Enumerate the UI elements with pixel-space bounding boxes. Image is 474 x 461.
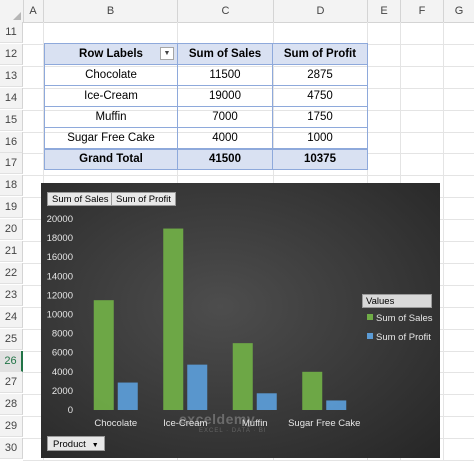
- legend-swatch-sales: [367, 314, 373, 320]
- column-header-d[interactable]: D: [274, 0, 368, 22]
- legend-label-profit: Sum of Profit: [376, 332, 431, 343]
- row-header-27[interactable]: 27: [0, 372, 23, 394]
- product-field-label: Product: [53, 439, 86, 450]
- column-header-a[interactable]: A: [23, 0, 44, 22]
- row-header-12[interactable]: 12: [0, 43, 23, 65]
- row-header-30[interactable]: 30: [0, 438, 23, 460]
- row-label-cell[interactable]: Chocolate: [44, 64, 178, 86]
- grand-total-sales[interactable]: 41500: [177, 147, 273, 170]
- filter-dropdown-icon[interactable]: ▼: [160, 47, 174, 60]
- row-header-18[interactable]: 18: [0, 175, 23, 197]
- pivot-table: Row Labels ▼ Sum of Sales Sum of Profit …: [44, 43, 368, 170]
- column-header-c[interactable]: C: [178, 0, 274, 22]
- sales-cell[interactable]: 4000: [177, 127, 273, 149]
- pivot-chart[interactable]: 0 2000 4000 6000 8000 10000 12000 14000 16000 180…: [41, 183, 440, 458]
- row-header-15[interactable]: 15: [0, 109, 23, 131]
- row-labels-header-text: Row Labels: [79, 48, 143, 60]
- grand-total-label[interactable]: Grand Total: [44, 147, 178, 170]
- column-header-b[interactable]: B: [44, 0, 178, 22]
- row-header-20[interactable]: 20: [0, 219, 23, 241]
- bar-profit: [326, 400, 347, 410]
- y-tick-label: 0: [68, 405, 73, 416]
- profit-cell[interactable]: 4750: [272, 85, 368, 107]
- sum-of-sales-header[interactable]: Sum of Sales: [177, 43, 273, 65]
- table-row: Chocolate 11500 2875: [44, 64, 368, 86]
- row-label-cell[interactable]: Muffin: [44, 106, 178, 128]
- bar-profit: [117, 382, 138, 410]
- y-tick-label: 20000: [47, 214, 73, 225]
- bar-sales: [93, 300, 114, 410]
- legend-item-sales[interactable]: Sum of Sales: [367, 314, 433, 324]
- table-row: Sugar Free Cake 4000 1000: [44, 127, 368, 149]
- row-header-29[interactable]: 29: [0, 416, 23, 438]
- y-tick-label: 14000: [47, 271, 73, 282]
- grand-total-profit[interactable]: 10375: [272, 147, 368, 170]
- bar-sales: [232, 343, 253, 410]
- select-all-icon: [13, 12, 21, 20]
- table-row: Muffin 7000 1750: [44, 106, 368, 128]
- legend-swatch-profit: [367, 333, 373, 339]
- bar-profit: [256, 393, 277, 410]
- sales-cell[interactable]: 11500: [177, 64, 273, 86]
- row-label-cell[interactable]: Ice-Cream: [44, 85, 178, 107]
- column-header-bar: A B C D E F G: [0, 0, 474, 23]
- bar-sales: [302, 371, 323, 410]
- row-header-11[interactable]: 11: [0, 22, 23, 43]
- row-label-cell[interactable]: Sugar Free Cake: [44, 127, 178, 149]
- row-header-23[interactable]: 23: [0, 284, 23, 306]
- y-tick-label: 12000: [47, 290, 73, 301]
- watermark-logo: exceldemy: [179, 411, 256, 427]
- row-header-21[interactable]: 21: [0, 241, 23, 262]
- row-header-26[interactable]: 26: [0, 350, 23, 372]
- row-header-14[interactable]: 14: [0, 87, 23, 109]
- y-tick-label: 18000: [47, 233, 73, 244]
- row-header-17[interactable]: 17: [0, 153, 23, 175]
- table-row: Ice-Cream 19000 4750: [44, 85, 368, 107]
- column-header-f[interactable]: F: [401, 0, 444, 22]
- profit-cell[interactable]: 1000: [272, 127, 368, 149]
- sum-of-sales-field-button[interactable]: Sum of Sales: [47, 192, 114, 206]
- x-category-label: Chocolate: [94, 418, 137, 429]
- column-header-e[interactable]: E: [368, 0, 401, 22]
- y-tick-label: 4000: [52, 367, 73, 378]
- row-header-16[interactable]: 16: [0, 131, 23, 153]
- watermark-tagline: EXCEL · DATA · BI: [199, 428, 267, 434]
- y-tick-label: 16000: [47, 252, 73, 263]
- gridline: [23, 175, 474, 177]
- select-all-corner[interactable]: [0, 0, 24, 22]
- bar-sales: [163, 228, 184, 410]
- y-tick-label: 8000: [52, 329, 73, 340]
- row-header-28[interactable]: 28: [0, 394, 23, 416]
- y-tick-label: 10000: [47, 310, 73, 321]
- x-category-label: Sugar Free Cake: [288, 418, 360, 429]
- row-header-25[interactable]: 25: [0, 328, 23, 350]
- row-labels-header[interactable]: Row Labels ▼: [44, 43, 178, 65]
- sum-of-profit-header[interactable]: Sum of Profit: [272, 43, 368, 65]
- y-tick-label: 2000: [52, 386, 73, 397]
- row-header-13[interactable]: 13: [0, 65, 23, 87]
- row-header-19[interactable]: 19: [0, 197, 23, 219]
- product-field-button[interactable]: Product ▼: [47, 436, 105, 451]
- legend-values-button[interactable]: Values: [362, 294, 432, 308]
- y-tick-label: 6000: [52, 348, 73, 359]
- profit-cell[interactable]: 2875: [272, 64, 368, 86]
- sales-cell[interactable]: 19000: [177, 85, 273, 107]
- row-header-22[interactable]: 22: [0, 262, 23, 284]
- legend-label-sales: Sum of Sales: [376, 313, 433, 324]
- sales-cell[interactable]: 7000: [177, 106, 273, 128]
- row-header-24[interactable]: 24: [0, 306, 23, 328]
- grand-total-row: Grand Total 41500 10375: [44, 147, 368, 170]
- pivot-header-row: Row Labels ▼ Sum of Sales Sum of Profit: [44, 43, 368, 65]
- chevron-down-icon: ▼: [91, 442, 99, 449]
- column-header-g[interactable]: G: [444, 0, 474, 22]
- bar-profit: [187, 364, 208, 410]
- profit-cell[interactable]: 1750: [272, 106, 368, 128]
- sum-of-profit-field-button[interactable]: Sum of Profit: [111, 192, 176, 206]
- legend-item-profit[interactable]: Sum of Profit: [367, 333, 431, 343]
